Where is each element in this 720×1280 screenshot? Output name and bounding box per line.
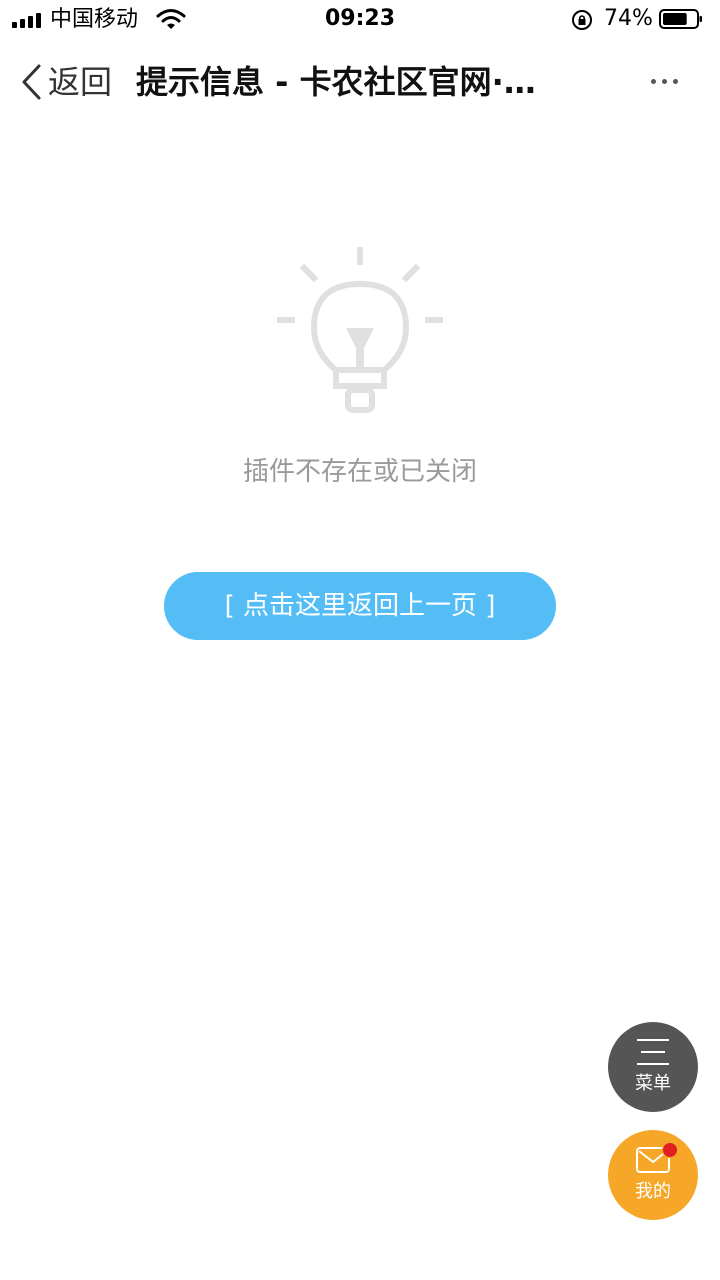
return-previous-page-button[interactable]: [ 点击这里返回上一页 ] (164, 572, 556, 640)
back-label: 返回 (48, 63, 113, 101)
menu-label: 菜单 (635, 1073, 671, 1094)
more-options-button[interactable] (640, 66, 688, 96)
chevron-left-icon (22, 64, 41, 100)
menu-button[interactable]: 菜单 (608, 1022, 698, 1112)
mine-label: 我的 (635, 1181, 671, 1202)
light-bulb-icon (277, 247, 443, 413)
back-button[interactable]: 返回 (20, 58, 112, 106)
rotation-lock-icon (572, 10, 592, 30)
error-message: 插件不存在或已关闭 (242, 457, 477, 487)
notification-badge (662, 1142, 678, 1158)
more-dots-icon (650, 78, 656, 84)
status-bar: 中国移动 09:23 74% (0, 0, 720, 40)
navigation-bar: 返回 提示信息 - 卡农社区官网·… (0, 44, 720, 120)
page-title: 提示信息 - 卡农社区官网·… (136, 63, 536, 101)
battery-icon (659, 9, 702, 29)
battery-percent: 74% (604, 6, 653, 31)
screen: 中国移动 09:23 74% 返回 提示信息 - 卡农社区官网·… 插件不存在或… (0, 0, 720, 1280)
menu-lines-icon (637, 1039, 669, 1065)
mine-button[interactable]: 我的 (608, 1130, 698, 1220)
